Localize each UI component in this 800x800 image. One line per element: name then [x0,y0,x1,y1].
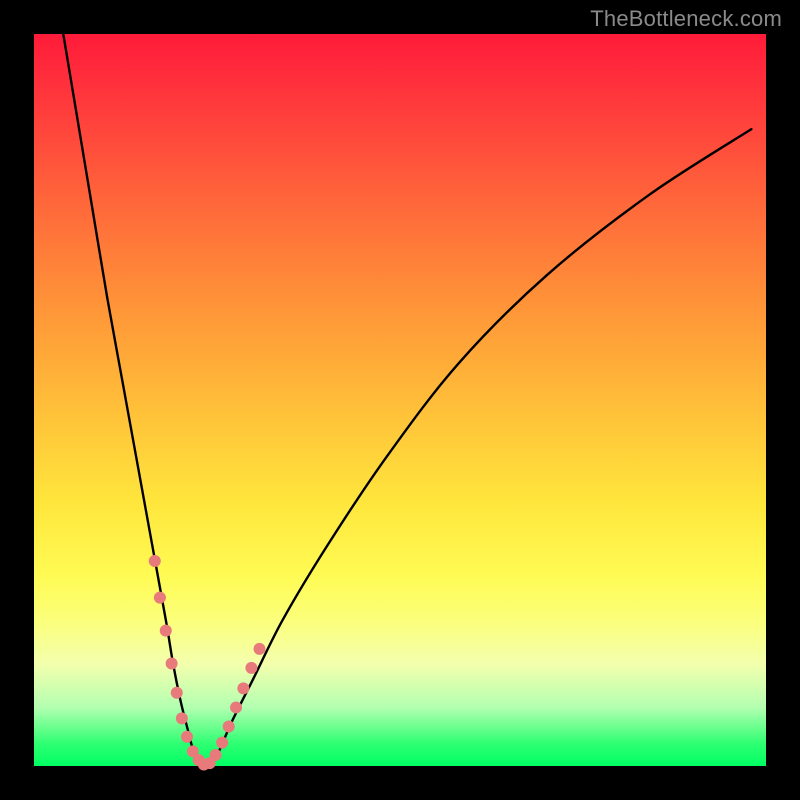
highlight-dot [171,687,183,699]
highlight-dot [230,701,242,713]
highlight-dot [181,731,193,743]
highlight-dots [149,555,266,770]
plot-area [34,34,766,766]
highlight-dot [160,625,172,637]
curve-svg [34,34,766,766]
bottleneck-curve [63,34,751,766]
highlight-dot [210,749,222,761]
highlight-dot [245,662,257,674]
highlight-dot [166,658,178,670]
chart-frame: TheBottleneck.com [0,0,800,800]
highlight-dot [237,682,249,694]
highlight-dot [216,737,228,749]
highlight-dot [253,643,265,655]
highlight-dot [223,720,235,732]
watermark-text: TheBottleneck.com [590,6,782,32]
highlight-dot [149,555,161,567]
highlight-dot [176,712,188,724]
highlight-dot [154,592,166,604]
